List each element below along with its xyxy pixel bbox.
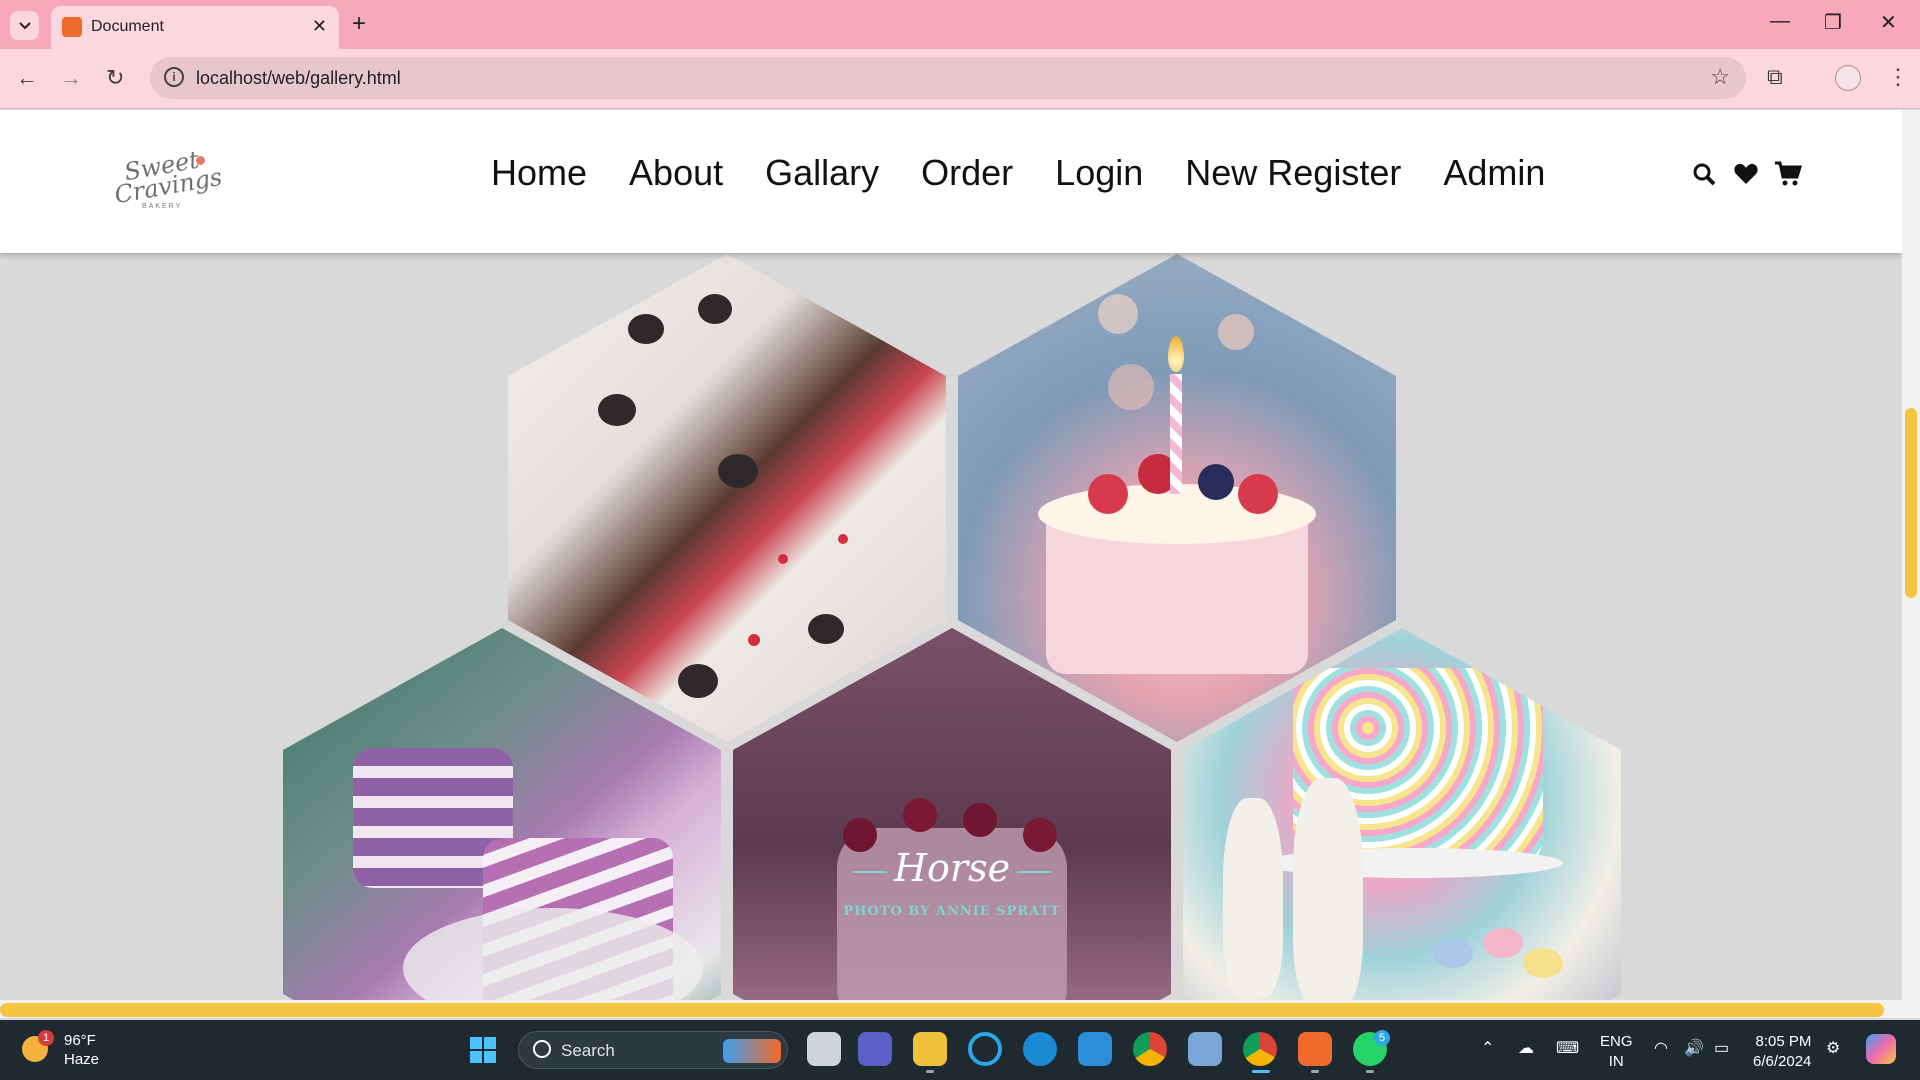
candle-icon <box>1170 374 1182 494</box>
main-nav: Home About Gallary Order Login New Regis… <box>491 152 1587 194</box>
task-view-icon[interactable] <box>807 1032 841 1066</box>
taskbar-search[interactable]: Search <box>518 1031 788 1069</box>
running-indicator <box>926 1070 934 1073</box>
running-indicator <box>1366 1070 1374 1073</box>
site-info-icon[interactable]: i <box>164 67 184 87</box>
nav-home[interactable]: Home <box>491 152 587 194</box>
vertical-scrollbar[interactable] <box>1902 110 1920 1018</box>
logo-cherry-icon <box>196 156 205 165</box>
gallery-caption-credit: PHOTO BY ANNIE SPRATT <box>843 904 1061 919</box>
browser-toolbar: ← → ↻ i localhost/web/gallery.html ☆ <box>0 49 1920 109</box>
file-explorer-icon[interactable] <box>913 1032 947 1066</box>
nav-admin[interactable]: Admin <box>1443 152 1545 194</box>
weather-condition: Haze <box>64 1051 100 1068</box>
windows-taskbar: 1 96°F Haze Search 5 ⌃ ☁ ⌨ ENG IN ◠ 🔊 ▭ … <box>0 1020 1920 1080</box>
vertical-scroll-thumb[interactable] <box>1905 408 1917 598</box>
bookmark-star-icon[interactable]: ☆ <box>1710 64 1730 90</box>
url-text[interactable]: localhost/web/gallery.html <box>196 68 401 89</box>
weather-badge: 1 <box>38 1030 54 1046</box>
browser-menu-icon[interactable]: ⋮ <box>1887 64 1909 90</box>
site-header: Sweet Cravings BAKERY Home About Gallary… <box>0 110 1902 253</box>
search-highlight-icon <box>723 1039 781 1063</box>
volume-icon[interactable]: 🔊 <box>1684 1038 1704 1058</box>
header-icons <box>1690 160 1802 188</box>
lang-line2: IN <box>1608 1053 1624 1070</box>
back-icon[interactable]: ← <box>16 65 38 91</box>
cart-icon[interactable] <box>1774 160 1802 188</box>
search-icon <box>533 1040 551 1058</box>
page-viewport: Sweet Cravings BAKERY Home About Gallary… <box>0 110 1902 1018</box>
xampp-favicon-icon <box>62 17 82 37</box>
tab-search-button[interactable] <box>10 11 39 40</box>
close-window-icon[interactable]: ✕ <box>1880 10 1897 35</box>
show-hidden-icons[interactable]: ⌃ <box>1481 1038 1494 1058</box>
heart-icon[interactable] <box>1732 160 1760 188</box>
nav-gallary[interactable]: Gallary <box>765 152 879 194</box>
taskbar-search-label: Search <box>561 1041 615 1060</box>
running-indicator <box>1311 1070 1319 1073</box>
language-indicator[interactable]: ENG IN <box>1600 1032 1633 1072</box>
extensions-icon[interactable]: ⧉ <box>1767 64 1783 90</box>
chevron-down-icon <box>18 21 31 29</box>
new-tab-button[interactable]: + <box>352 10 366 38</box>
whatsapp-badge: 5 <box>1374 1030 1390 1046</box>
sweet-cravings-logo[interactable]: Sweet Cravings BAKERY <box>112 146 224 218</box>
weather-widget[interactable]: 1 96°F Haze <box>22 1030 142 1072</box>
caption-line-right <box>1017 871 1051 873</box>
cortana-icon[interactable] <box>968 1032 1002 1066</box>
reload-icon[interactable]: ↻ <box>106 65 124 91</box>
address-bar[interactable]: i localhost/web/gallery.html ☆ <box>150 57 1746 99</box>
weather-temp: 96°F <box>64 1032 96 1049</box>
battery-icon[interactable]: ▭ <box>1714 1038 1729 1058</box>
horizontal-scrollbar[interactable] <box>0 1000 1902 1018</box>
app-cube-icon[interactable] <box>1188 1032 1222 1066</box>
gallery-caption-title: Horse <box>893 846 1011 890</box>
copilot-icon[interactable] <box>1866 1034 1896 1064</box>
nav-order[interactable]: Order <box>921 152 1013 194</box>
active-indicator <box>1252 1070 1270 1073</box>
xampp-icon[interactable] <box>1298 1032 1332 1066</box>
clock-date: 6/6/2024 <box>1753 1053 1812 1070</box>
clock-time: 8:05 PM <box>1755 1033 1812 1050</box>
edge-icon[interactable] <box>1023 1032 1057 1066</box>
tab-title: Document <box>91 18 164 35</box>
chrome-profile-icon[interactable] <box>1243 1032 1277 1066</box>
horizontal-scroll-thumb[interactable] <box>0 1003 1884 1017</box>
system-clock[interactable]: 8:05 PM 6/6/2024 <box>1753 1032 1811 1072</box>
profile-avatar[interactable] <box>1835 65 1861 91</box>
vscode-icon[interactable] <box>1078 1032 1112 1066</box>
logo-text-line3: BAKERY <box>142 203 183 210</box>
lang-line1: ENG <box>1600 1033 1633 1050</box>
notifications-icon[interactable]: ⚙ <box>1826 1038 1840 1058</box>
forward-icon[interactable]: → <box>60 65 82 91</box>
tab-close-icon[interactable]: ✕ <box>312 16 327 37</box>
teams-icon[interactable] <box>858 1032 892 1066</box>
keyboard-icon[interactable]: ⌨ <box>1556 1038 1579 1058</box>
minimize-icon[interactable]: — <box>1770 10 1790 33</box>
flame-icon <box>1168 336 1184 372</box>
start-button[interactable] <box>470 1037 496 1063</box>
wifi-icon[interactable]: ◠ <box>1654 1038 1668 1058</box>
nav-about[interactable]: About <box>629 152 723 194</box>
restore-icon[interactable]: ❐ <box>1824 10 1842 35</box>
onedrive-icon[interactable]: ☁ <box>1518 1038 1534 1058</box>
browser-tab[interactable]: Document ✕ <box>51 6 339 49</box>
search-icon[interactable] <box>1690 160 1718 188</box>
nav-new-register[interactable]: New Register <box>1185 152 1401 194</box>
nav-login[interactable]: Login <box>1055 152 1143 194</box>
browser-tabstrip: Document ✕ + — ❐ ✕ <box>0 0 1920 49</box>
chrome-icon[interactable] <box>1133 1032 1167 1066</box>
